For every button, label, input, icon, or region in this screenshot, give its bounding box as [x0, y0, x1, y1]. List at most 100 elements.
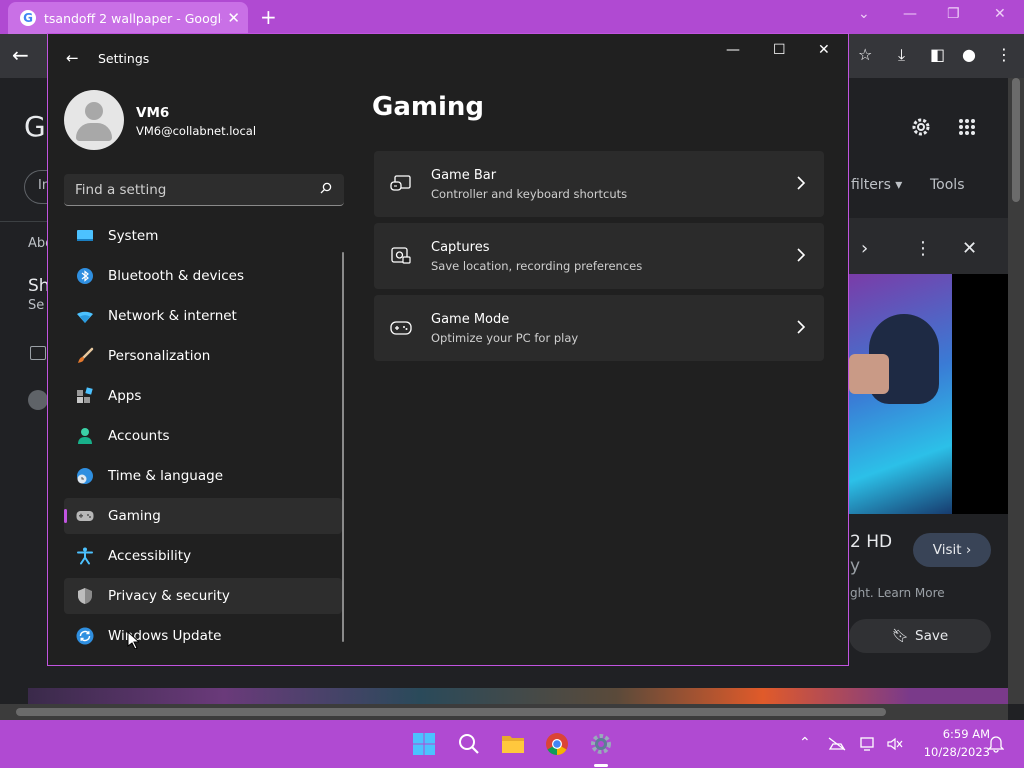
- network-icon[interactable]: [827, 736, 847, 752]
- page-horizontal-scrollbar[interactable]: [0, 704, 1008, 720]
- card-captures[interactable]: Captures Save location, recording prefer…: [374, 223, 824, 289]
- nav-item-gaming[interactable]: Gaming: [64, 498, 342, 534]
- chrome-icon[interactable]: [543, 730, 571, 758]
- captures-icon: [391, 247, 411, 264]
- side-panel-icon[interactable]: ◧: [930, 45, 945, 64]
- preview-image[interactable]: [849, 274, 952, 514]
- site-favicon-icon: [28, 390, 48, 410]
- result-subtitle: Se: [28, 298, 45, 313]
- user-email: VM6@collabnet.local: [136, 124, 257, 138]
- close-window-button[interactable]: ✕: [994, 6, 1006, 22]
- nav-item-label: System: [108, 228, 159, 244]
- settings-window-title: Settings: [98, 51, 150, 66]
- more-options-icon[interactable]: ⋮: [914, 238, 932, 259]
- selected-indicator: [64, 509, 67, 523]
- card-subtitle: Save location, recording preferences: [431, 259, 643, 273]
- minimize-button[interactable]: —: [903, 6, 917, 22]
- apps-icon: [77, 387, 93, 403]
- gamepad-icon: [76, 511, 94, 521]
- page-title: Gaming: [372, 92, 485, 122]
- nav-item-windows-update[interactable]: Windows Update: [64, 618, 342, 654]
- display-icon[interactable]: [860, 736, 878, 752]
- chevron-right-icon: [797, 176, 806, 190]
- profile-icon[interactable]: ●: [962, 45, 976, 64]
- tools-button[interactable]: Tools: [930, 177, 965, 193]
- chevron-right-icon: [797, 320, 806, 334]
- save-button[interactable]: 🔖︎ Save: [849, 619, 991, 653]
- image-icon: [30, 346, 46, 360]
- browser-tab[interactable]: G tsandoff 2 wallpaper - Google Se ✕: [8, 2, 248, 34]
- nav-item-label: Apps: [108, 388, 142, 404]
- tab-search-button[interactable]: ⌄: [858, 6, 870, 22]
- card-subtitle: Optimize your PC for play: [431, 331, 579, 345]
- download-icon[interactable]: ⤓: [898, 45, 905, 65]
- settings-icon[interactable]: [587, 730, 615, 758]
- all-filters-button[interactable]: filters ▾: [851, 177, 902, 193]
- nav-item-accounts[interactable]: Accounts: [64, 418, 342, 454]
- settings-minimize-button[interactable]: —: [726, 42, 740, 58]
- settings-gear-icon[interactable]: [910, 116, 932, 138]
- settings-maximize-button[interactable]: ☐: [773, 42, 786, 58]
- browser-titlebar: G tsandoff 2 wallpaper - Google Se ✕ + ⌄…: [0, 0, 1024, 34]
- card-game-bar[interactable]: Game Bar Controller and keyboard shortcu…: [374, 151, 824, 217]
- settings-close-button[interactable]: ✕: [818, 42, 830, 58]
- close-preview-icon[interactable]: ✕: [962, 238, 977, 259]
- nav-item-personalization[interactable]: Personalization: [64, 338, 342, 374]
- search-icon[interactable]: [320, 182, 332, 194]
- nav-item-privacy-security[interactable]: Privacy & security: [64, 578, 342, 614]
- mouse-cursor-icon: [127, 631, 139, 649]
- find-setting-input[interactable]: [64, 174, 314, 205]
- nav-item-label: Personalization: [108, 348, 211, 364]
- google-favicon-icon: G: [20, 10, 36, 26]
- thumbnail-strip[interactable]: [28, 688, 1008, 704]
- avatar[interactable]: [64, 90, 124, 150]
- brush-icon: [78, 347, 94, 363]
- taskbar: ⌃: [0, 720, 1024, 768]
- nav-item-label: Bluetooth & devices: [108, 268, 245, 284]
- search-icon[interactable]: [455, 730, 483, 758]
- visit-button-label: Visit ›: [932, 542, 972, 558]
- game-bar-icon: [390, 175, 411, 191]
- nav-item-time-language[interactable]: Time & language: [64, 458, 342, 494]
- wifi-icon: [77, 311, 93, 323]
- volume-icon[interactable]: [886, 736, 904, 752]
- bluetooth-icon: [77, 268, 93, 284]
- preview-title: 2 HD: [850, 532, 893, 552]
- accessibility-icon: [77, 547, 93, 565]
- google-logo: G: [24, 110, 46, 143]
- taskbar-clock-date[interactable]: 10/28/2023: [916, 745, 990, 759]
- nav-scrollbar[interactable]: [342, 252, 344, 642]
- card-game-mode[interactable]: Game Mode Optimize your PC for play: [374, 295, 824, 361]
- chevron-right-icon: [797, 248, 806, 262]
- show-hidden-icons-icon[interactable]: ⌃: [799, 735, 811, 751]
- settings-window: — ☐ ✕ ← Settings VM6 VM6@collabnet.local…: [47, 33, 849, 666]
- nav-item-network[interactable]: Network & internet: [64, 298, 342, 334]
- taskbar-clock-time[interactable]: 6:59 AM: [930, 727, 990, 741]
- nav-item-accessibility[interactable]: Accessibility: [64, 538, 342, 574]
- globe-clock-icon: [77, 468, 93, 484]
- settings-nav: System Bluetooth & devices Network & int…: [64, 218, 342, 658]
- browser-back-button[interactable]: ←: [12, 43, 29, 67]
- new-tab-button[interactable]: +: [260, 5, 277, 29]
- visit-button[interactable]: Visit ›: [913, 533, 991, 567]
- restore-button[interactable]: ❐: [947, 6, 960, 22]
- find-setting-box[interactable]: [64, 174, 344, 206]
- shield-icon: [78, 588, 92, 604]
- bookmark-star-icon[interactable]: ☆: [858, 45, 872, 64]
- tab-close-button[interactable]: ✕: [227, 9, 240, 27]
- bookmark-icon: 🔖︎: [891, 628, 909, 644]
- system-icon: [77, 230, 93, 241]
- file-explorer-icon[interactable]: [499, 730, 527, 758]
- notifications-bell-icon[interactable]: [988, 735, 1004, 753]
- next-image-icon[interactable]: ›: [861, 238, 868, 259]
- nav-item-system[interactable]: System: [64, 218, 342, 254]
- nav-item-apps[interactable]: Apps: [64, 378, 342, 414]
- settings-back-button[interactable]: ←: [66, 49, 79, 67]
- start-icon[interactable]: [410, 730, 438, 758]
- learn-more-link[interactable]: ght. Learn More: [850, 586, 945, 600]
- game-mode-icon: [390, 321, 412, 335]
- page-vertical-scrollbar[interactable]: [1008, 78, 1024, 704]
- nav-item-bluetooth[interactable]: Bluetooth & devices: [64, 258, 342, 294]
- apps-grid-icon[interactable]: [958, 118, 976, 136]
- browser-menu-icon[interactable]: ⋮: [996, 45, 1012, 64]
